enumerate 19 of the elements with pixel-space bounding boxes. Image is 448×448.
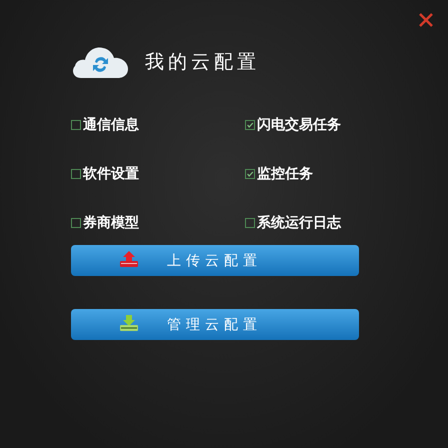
manage-button[interactable]: 管理云配置 bbox=[71, 309, 359, 340]
checkbox-option[interactable]: 系统运行日志 bbox=[245, 212, 385, 233]
upload-icon bbox=[118, 250, 140, 270]
checkbox-option[interactable]: 通信信息 bbox=[71, 114, 245, 135]
cloud-sync-icon bbox=[71, 45, 129, 79]
checkbox[interactable] bbox=[245, 120, 255, 130]
checkbox-option[interactable]: 闪电交易任务 bbox=[245, 114, 385, 135]
upload-button[interactable]: 上传云配置 bbox=[71, 245, 359, 276]
checkbox-option[interactable]: 监控任务 bbox=[245, 163, 385, 184]
checkbox[interactable] bbox=[71, 168, 81, 178]
checkbox[interactable] bbox=[71, 120, 81, 130]
checkbox[interactable] bbox=[71, 218, 81, 228]
checkbox[interactable] bbox=[245, 168, 255, 178]
checkbox-option[interactable]: 券商模型 bbox=[71, 212, 245, 233]
checkbox-option[interactable]: 软件设置 bbox=[71, 163, 245, 184]
dialog-title: 我的云配置 bbox=[145, 50, 260, 75]
close-icon[interactable] bbox=[418, 12, 434, 28]
download-icon bbox=[118, 314, 140, 334]
checkbox[interactable] bbox=[245, 218, 255, 228]
